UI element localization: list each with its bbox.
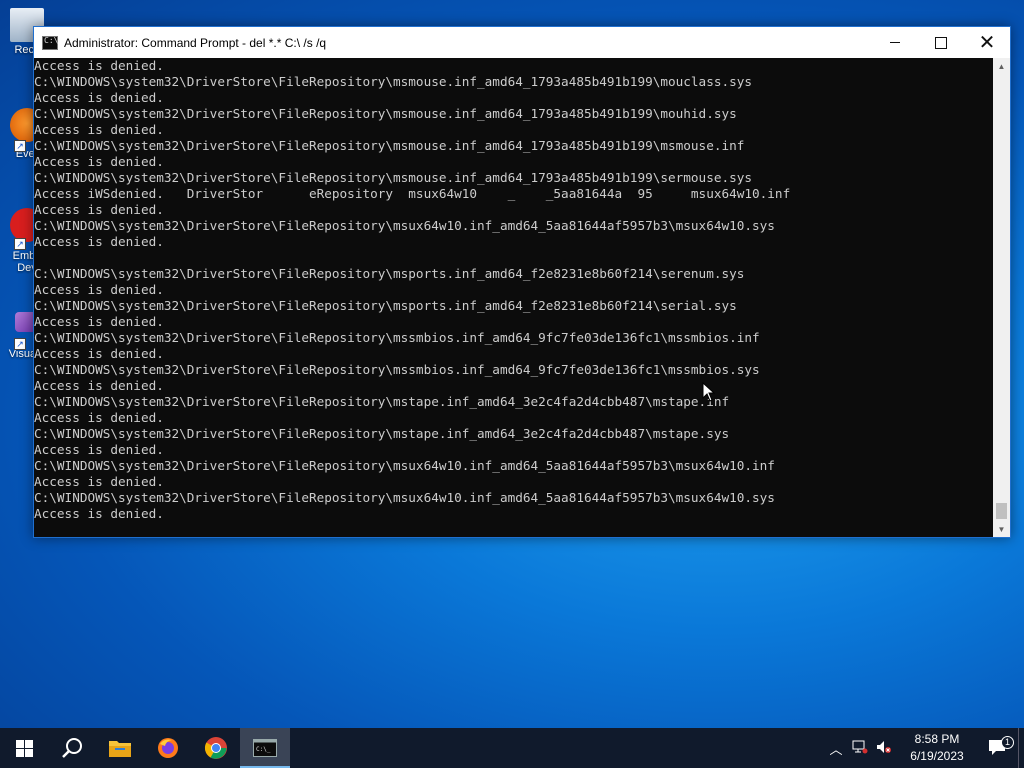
console-line: Access iWSdenied. DriverStor eRepository…	[34, 186, 791, 201]
mouse-cursor-icon	[702, 382, 716, 402]
shortcut-arrow-icon: ↗	[14, 338, 26, 350]
console-line: C:\WINDOWS\system32\DriverStore\FileRepo…	[34, 362, 760, 377]
console-line: C:\WINDOWS\system32\DriverStore\FileRepo…	[34, 74, 753, 89]
command-prompt-icon: C:\_	[253, 739, 277, 757]
start-button[interactable]	[0, 728, 48, 768]
scrollbar-thumb[interactable]	[996, 503, 1007, 519]
file-explorer-icon	[109, 741, 131, 757]
firefox-button[interactable]	[144, 728, 192, 768]
windows-logo-icon	[15, 739, 33, 757]
system-tray: ︿ 8:58 PM 6/19/2023 1	[824, 728, 1024, 768]
console-line: C:\WINDOWS\system32\DriverStore\FileRepo…	[34, 170, 753, 185]
chrome-button[interactable]	[192, 728, 240, 768]
console-line: Access is denied.	[34, 282, 164, 297]
console-line: Access is denied.	[34, 154, 164, 169]
console-output[interactable]: Access is denied. C:\WINDOWS\system32\Dri…	[34, 58, 993, 537]
console-line: Access is denied.	[34, 234, 164, 249]
firefox-icon	[158, 738, 178, 758]
clock[interactable]: 8:58 PM 6/19/2023	[902, 731, 972, 765]
console-line: Access is denied.	[34, 202, 164, 217]
action-center-button[interactable]: 1	[978, 736, 1018, 757]
command-prompt-taskbar-button[interactable]: C:\_	[240, 728, 290, 768]
title-bar[interactable]: Administrator: Command Prompt - del *.* …	[34, 27, 1010, 58]
vertical-scrollbar[interactable]: ▲ ▼	[993, 58, 1010, 537]
maximize-button[interactable]	[918, 27, 964, 58]
window-title: Administrator: Command Prompt - del *.* …	[64, 35, 327, 50]
console-line: C:\WINDOWS\system32\DriverStore\FileRepo…	[34, 330, 760, 345]
console-line: Access is denied.	[34, 122, 164, 137]
clock-time: 8:58 PM	[914, 732, 960, 746]
console-line: Access is denied.	[34, 506, 164, 521]
console-line: C:\WINDOWS\system32\DriverStore\FileRepo…	[34, 218, 775, 233]
search-button[interactable]	[48, 728, 96, 768]
shortcut-arrow-icon: ↗	[14, 238, 26, 250]
show-desktop-button[interactable]	[1018, 728, 1024, 768]
scroll-up-arrow-icon[interactable]: ▲	[993, 58, 1010, 74]
console-line: C:\WINDOWS\system32\DriverStore\FileRepo…	[34, 298, 737, 313]
console-line: C:\WINDOWS\system32\DriverStore\FileRepo…	[34, 490, 775, 505]
console-line: Access is denied.	[34, 90, 164, 105]
console-line: Access is denied.	[34, 58, 164, 73]
console-line: Access is denied.	[34, 314, 164, 329]
scroll-down-arrow-icon[interactable]: ▼	[993, 521, 1010, 537]
search-icon	[62, 738, 82, 758]
console-line: C:\WINDOWS\system32\DriverStore\FileRepo…	[34, 138, 745, 153]
console-line: Access is denied.	[34, 410, 164, 425]
notification-count-badge: 1	[1001, 736, 1014, 749]
minimize-button[interactable]	[872, 27, 918, 58]
svg-text:C:\_: C:\_	[256, 746, 271, 753]
console-line: Access is denied.	[34, 346, 164, 361]
console-line: C:\WINDOWS\system32\DriverStore\FileRepo…	[34, 394, 730, 409]
clock-date: 6/19/2023	[910, 749, 964, 763]
show-hidden-icons-chevron-icon[interactable]: ︿	[824, 739, 848, 758]
taskbar: C:\_ ︿ 8:58 PM 6/19/2023 1	[0, 728, 1024, 768]
command-prompt-icon	[42, 35, 58, 50]
shortcut-arrow-icon: ↗	[14, 140, 26, 152]
console-line: C:\WINDOWS\system32\DriverStore\FileRepo…	[34, 266, 745, 281]
file-explorer-button[interactable]	[96, 728, 144, 768]
console-line: C:\WINDOWS\system32\DriverStore\FileRepo…	[34, 426, 730, 441]
console-line: C:\WINDOWS\system32\DriverStore\FileRepo…	[34, 106, 737, 121]
console-line: Access is denied.	[34, 442, 164, 457]
close-button[interactable]: ✕	[964, 27, 1010, 58]
console-line: C:\WINDOWS\system32\DriverStore\FileRepo…	[34, 458, 775, 473]
chrome-icon	[204, 737, 227, 759]
command-prompt-window[interactable]: Administrator: Command Prompt - del *.* …	[33, 26, 1011, 538]
network-icon[interactable]	[848, 740, 872, 757]
volume-muted-icon[interactable]	[872, 740, 896, 757]
console-line: Access is denied.	[34, 378, 164, 393]
console-line: Access is denied.	[34, 474, 164, 489]
